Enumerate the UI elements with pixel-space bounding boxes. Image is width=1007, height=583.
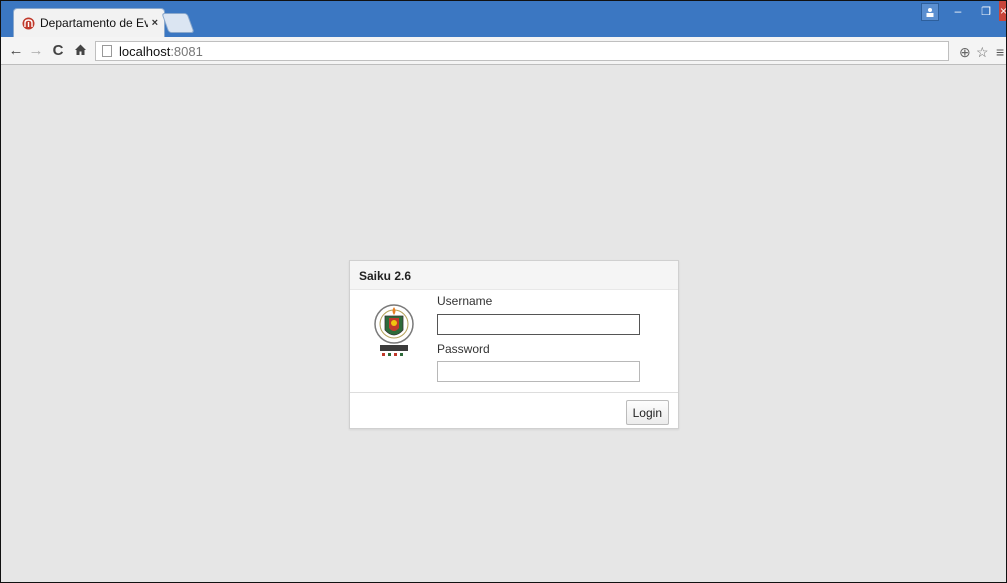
home-icon[interactable] xyxy=(71,41,89,61)
browser-window: Departamento de Evaluaci × – ❐ × ← → C l… xyxy=(0,0,1007,583)
browser-toolbar: ← → C localhost:8081 ⊕ ☆ ≡ xyxy=(1,37,1006,65)
url-text: localhost:8081 xyxy=(119,43,203,59)
university-crest-logo xyxy=(374,304,414,356)
reload-icon[interactable]: C xyxy=(49,41,67,61)
page-content: Saiku 2.6 Username Password Login xyxy=(1,66,1006,582)
bookmark-star-icon[interactable]: ☆ xyxy=(976,43,989,61)
browser-tab[interactable]: Departamento de Evaluaci × xyxy=(13,8,165,37)
new-tab-button[interactable] xyxy=(161,13,195,33)
forward-arrow-icon[interactable]: → xyxy=(27,41,45,61)
back-arrow-icon[interactable]: ← xyxy=(7,41,25,61)
dialog-footer: Login xyxy=(350,393,678,431)
tab-title: Departamento de Evaluaci xyxy=(40,16,148,30)
zoom-icon[interactable]: ⊕ xyxy=(959,43,971,61)
address-bar[interactable]: localhost:8081 xyxy=(95,41,949,61)
tab-close-icon[interactable]: × xyxy=(152,17,158,29)
login-button[interactable]: Login xyxy=(625,400,669,425)
dialog-header: Saiku 2.6 xyxy=(350,261,678,290)
username-input[interactable] xyxy=(437,314,640,335)
password-input[interactable] xyxy=(437,361,640,382)
user-profile-icon[interactable] xyxy=(921,3,939,21)
dialog-title: Saiku 2.6 xyxy=(359,269,412,283)
minimize-button[interactable]: – xyxy=(945,1,971,21)
menu-icon[interactable]: ≡ xyxy=(996,43,1004,61)
house-icon xyxy=(74,44,86,55)
page-icon xyxy=(102,45,112,57)
close-window-button[interactable]: × xyxy=(999,1,1006,21)
password-label: Password xyxy=(437,342,490,356)
maximize-button[interactable]: ❐ xyxy=(973,1,999,21)
login-dialog: Saiku 2.6 Username Password Login xyxy=(349,260,679,429)
dialog-body: Username Password xyxy=(350,290,678,393)
person-icon xyxy=(926,8,934,17)
username-label: Username xyxy=(437,294,493,308)
tab-strip: Departamento de Evaluaci × – ❐ × xyxy=(1,1,1006,37)
saiku-favicon-icon xyxy=(22,17,35,29)
